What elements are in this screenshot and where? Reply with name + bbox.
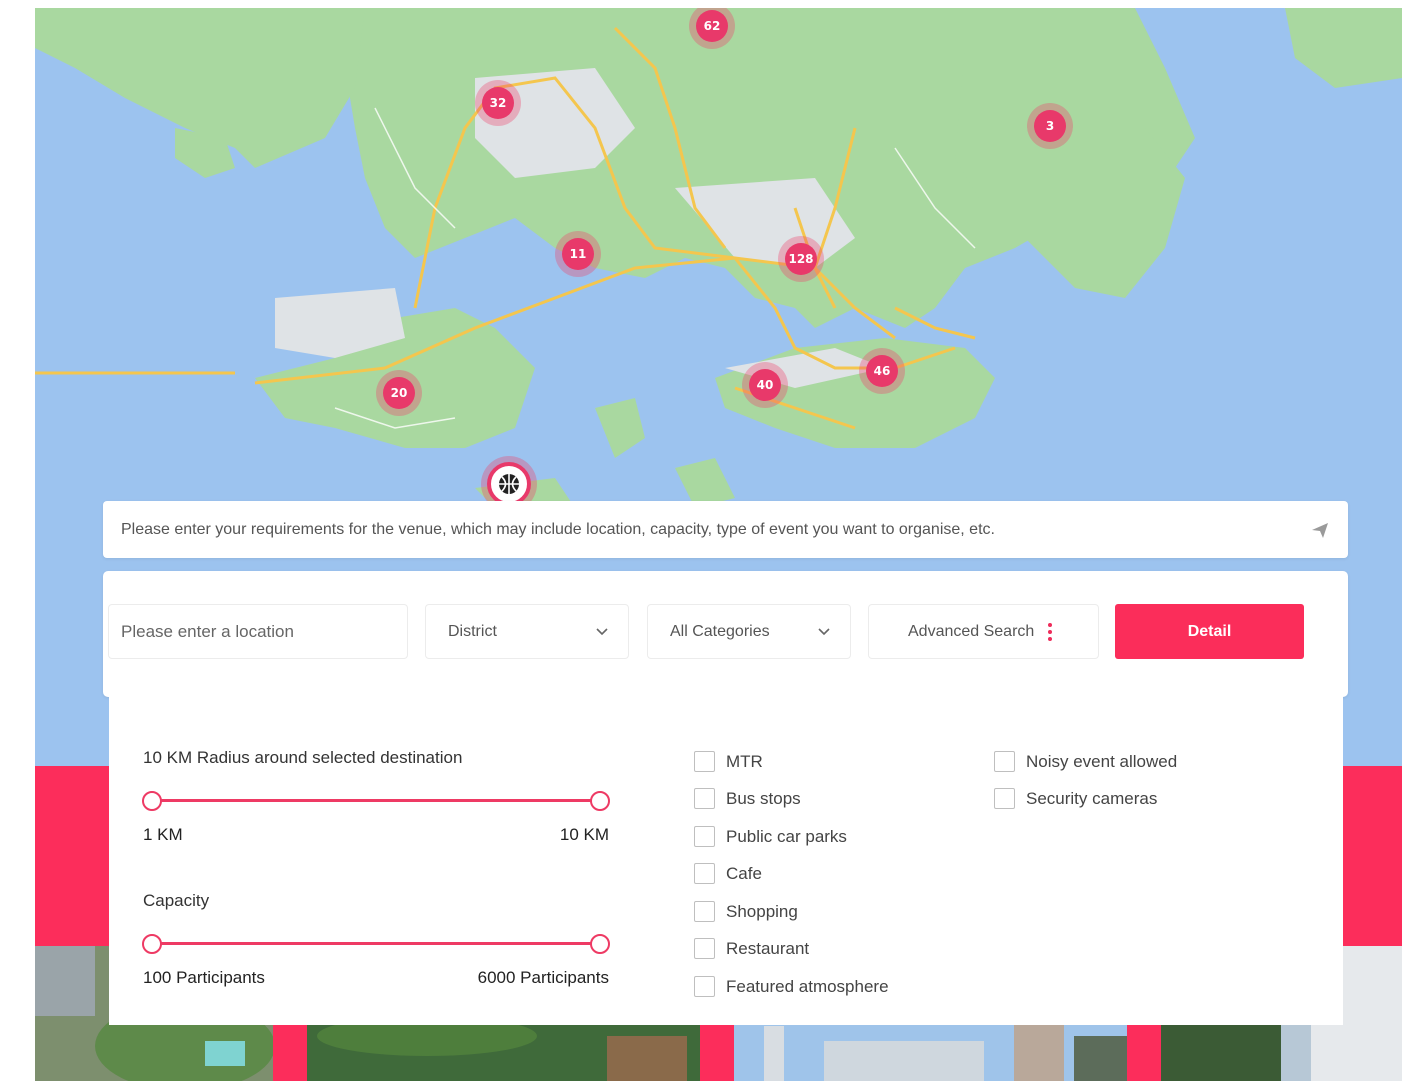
facility-shopping[interactable]: Shopping bbox=[694, 901, 798, 922]
map-cluster[interactable]: 46 bbox=[859, 348, 905, 394]
checkbox[interactable] bbox=[694, 788, 715, 809]
facility-mtr[interactable]: MTR bbox=[694, 751, 763, 772]
district-select-value: District bbox=[448, 622, 497, 640]
facility-featured-atmosphere[interactable]: Featured atmosphere bbox=[694, 976, 889, 997]
send-icon[interactable] bbox=[1310, 520, 1330, 540]
checkbox-label: Cafe bbox=[726, 863, 762, 883]
map-cluster[interactable]: 40 bbox=[742, 362, 788, 408]
extra-security-cameras[interactable]: Security cameras bbox=[994, 788, 1157, 809]
requirements-prompt[interactable]: Please enter your requirements for the v… bbox=[103, 501, 1348, 558]
radius-max-handle[interactable] bbox=[590, 791, 610, 811]
map-cluster[interactable]: 3 bbox=[1027, 103, 1073, 149]
checkbox-label: Bus stops bbox=[726, 788, 801, 808]
checkbox[interactable] bbox=[694, 826, 715, 847]
capacity-slider-track[interactable] bbox=[152, 942, 600, 945]
cluster-count: 32 bbox=[482, 87, 514, 119]
capacity-max-handle[interactable] bbox=[590, 934, 610, 954]
requirements-prompt-placeholder: Please enter your requirements for the v… bbox=[121, 520, 995, 538]
radius-min-handle[interactable] bbox=[142, 791, 162, 811]
radius-label: 10 KM Radius around selected destination bbox=[143, 748, 463, 767]
capacity-label: Capacity bbox=[143, 891, 210, 910]
basketball-icon bbox=[499, 474, 519, 494]
checkbox-label: Public car parks bbox=[726, 826, 847, 846]
checkbox-label: Shopping bbox=[726, 901, 798, 921]
facility-bus-stops[interactable]: Bus stops bbox=[694, 788, 801, 809]
facility-public-car-parks[interactable]: Public car parks bbox=[694, 826, 847, 847]
cluster-count: 128 bbox=[785, 243, 817, 275]
radius-max-label: 10 KM bbox=[559, 825, 609, 844]
cluster-count: 3 bbox=[1034, 110, 1066, 142]
extra-noisy-event-allowed[interactable]: Noisy event allowed bbox=[994, 751, 1177, 772]
capacity-min-handle[interactable] bbox=[142, 934, 162, 954]
radius-min-label: 1 KM bbox=[143, 825, 183, 844]
capacity-max-label: 6000 Participants bbox=[477, 968, 609, 987]
checkbox[interactable] bbox=[994, 788, 1015, 809]
checkbox-label: Restaurant bbox=[726, 938, 810, 958]
district-select[interactable]: District bbox=[425, 604, 629, 659]
checkbox[interactable] bbox=[694, 976, 715, 997]
checkbox[interactable] bbox=[694, 901, 715, 922]
advanced-search-toggle[interactable]: Advanced Search bbox=[868, 604, 1099, 659]
page: 62 32 3 11 128 46 40 20 Please enter you… bbox=[0, 0, 1402, 1081]
detail-button[interactable]: Detail bbox=[1115, 604, 1304, 659]
checkbox-label: MTR bbox=[726, 751, 763, 771]
chevron-down-icon bbox=[818, 627, 830, 635]
map-cluster[interactable]: 20 bbox=[376, 370, 422, 416]
map-cluster[interactable]: 11 bbox=[555, 231, 601, 277]
advanced-search-label: Advanced Search bbox=[908, 622, 1035, 640]
cluster-count: 62 bbox=[696, 10, 728, 42]
checkbox[interactable] bbox=[694, 938, 715, 959]
cluster-count: 11 bbox=[562, 238, 594, 270]
checkbox[interactable] bbox=[694, 863, 715, 884]
chevron-down-icon bbox=[596, 627, 608, 635]
checkbox-label: Noisy event allowed bbox=[1026, 751, 1178, 771]
cluster-count: 40 bbox=[749, 369, 781, 401]
capacity-min-label: 100 Participants bbox=[143, 968, 265, 987]
checkbox[interactable] bbox=[994, 751, 1015, 772]
map-cluster[interactable]: 32 bbox=[475, 80, 521, 126]
map-cluster[interactable]: 128 bbox=[778, 236, 824, 282]
checkbox-label: Security cameras bbox=[1026, 788, 1158, 808]
category-select[interactable]: All Categories bbox=[647, 604, 851, 659]
checkbox-label: Featured atmosphere bbox=[726, 976, 889, 996]
cluster-count: 20 bbox=[383, 377, 415, 409]
facility-restaurant[interactable]: Restaurant bbox=[694, 938, 809, 959]
location-input[interactable]: Please enter a location bbox=[108, 604, 408, 659]
search-panel: Please enter a location District All Cat… bbox=[103, 571, 1348, 697]
checkbox[interactable] bbox=[694, 751, 715, 772]
advanced-search-panel: 10 KM Radius around selected destination… bbox=[109, 697, 1343, 1025]
location-input-placeholder: Please enter a location bbox=[121, 621, 294, 641]
radius-slider-track[interactable] bbox=[152, 799, 600, 802]
cluster-count: 46 bbox=[866, 355, 898, 387]
more-vertical-icon bbox=[1048, 622, 1053, 641]
category-select-value: All Categories bbox=[670, 622, 770, 640]
facility-cafe[interactable]: Cafe bbox=[694, 863, 762, 884]
venue-marker-ring bbox=[487, 462, 531, 506]
